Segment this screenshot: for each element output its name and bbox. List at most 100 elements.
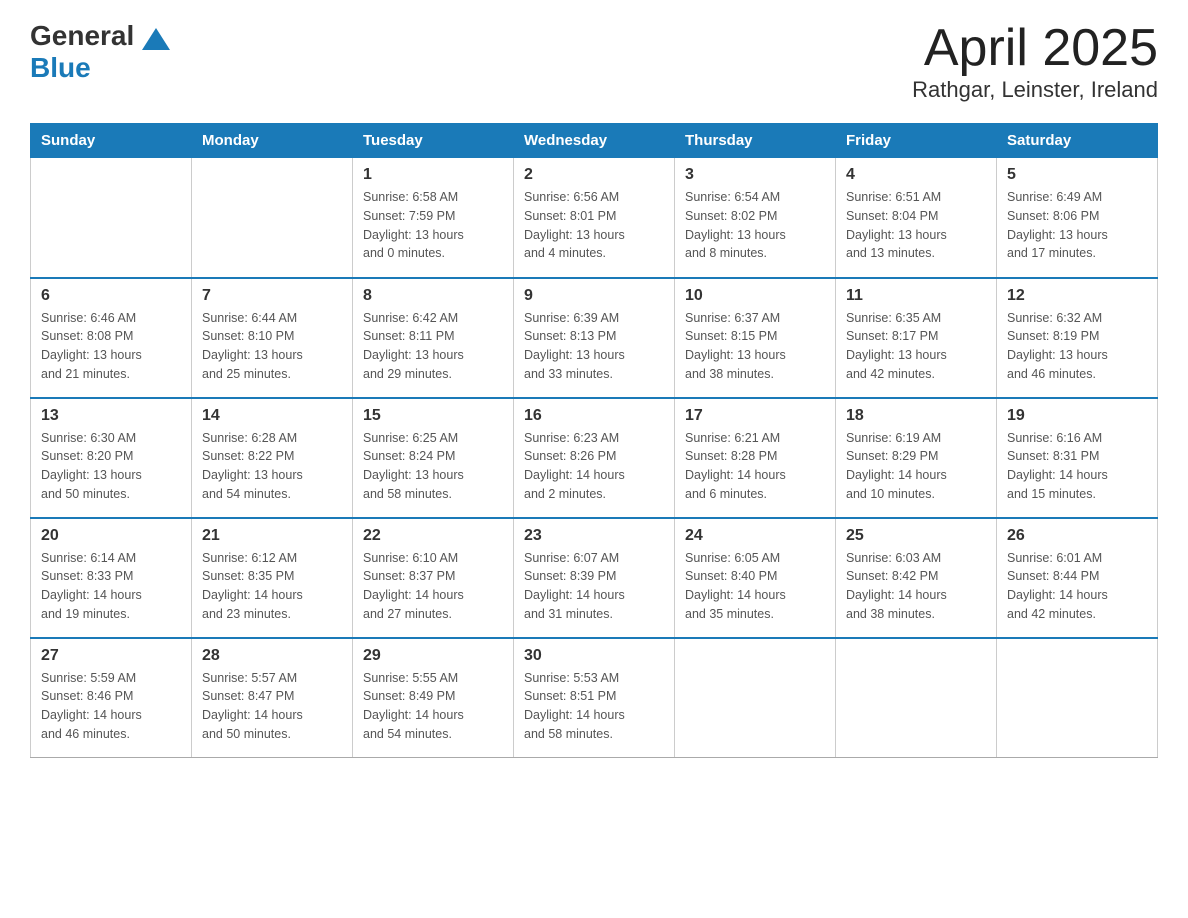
day-info: Sunrise: 6:03 AMSunset: 8:42 PMDaylight:… [846,549,986,624]
day-number: 1 [363,166,503,184]
day-header-thursday: Thursday [675,124,836,158]
day-info: Sunrise: 5:57 AMSunset: 8:47 PMDaylight:… [202,669,342,744]
location-title: Rathgar, Leinster, Ireland [912,77,1158,103]
calendar-cell: 21 Sunrise: 6:12 AMSunset: 8:35 PMDayligh… [192,518,353,638]
calendar-cell: 14 Sunrise: 6:28 AMSunset: 8:22 PMDayligh… [192,398,353,518]
calendar-cell: 3Sunrise: 6:54 AMSunset: 8:02 PMDaylight… [675,158,836,278]
logo-blue-text: Blue [30,52,91,84]
day-number: 9 [524,287,664,305]
calendar-cell: 16Sunrise: 6:23 AMSunset: 8:26 PMDayligh… [514,398,675,518]
page-header: General Blue April 2025 Rathgar, Leinste… [30,20,1158,103]
day-number: 6 [41,287,181,305]
day-info: Sunrise: 6:42 AMSunset: 8:11 PMDaylight:… [363,309,503,384]
day-info: Sunrise: 5:53 AMSunset: 8:51 PMDaylight:… [524,669,664,744]
day-info: Sunrise: 6:16 AMSunset: 8:31 PMDaylight:… [1007,429,1147,504]
day-header-sunday: Sunday [31,124,192,158]
day-info: Sunrise: 6:32 AMSunset: 8:19 PMDaylight:… [1007,309,1147,384]
calendar-cell: 20Sunrise: 6:14 AMSunset: 8:33 PMDayligh… [31,518,192,638]
day-info: Sunrise: 6:28 AMSunset: 8:22 PMDaylight:… [202,429,342,504]
day-header-saturday: Saturday [997,124,1158,158]
calendar-cell: 13Sunrise: 6:30 AMSunset: 8:20 PMDayligh… [31,398,192,518]
day-number: 2 [524,166,664,184]
calendar-cell: 17 Sunrise: 6:21 AMSunset: 8:28 PMDayligh… [675,398,836,518]
day-info: Sunrise: 6:51 AMSunset: 8:04 PMDaylight:… [846,188,986,263]
calendar-cell: 23 Sunrise: 6:07 AMSunset: 8:39 PMDayligh… [514,518,675,638]
day-number: 16 [524,407,664,425]
calendar-cell: 22Sunrise: 6:10 AMSunset: 8:37 PMDayligh… [353,518,514,638]
week-row-5: 27Sunrise: 5:59 AMSunset: 8:46 PMDayligh… [31,638,1158,758]
calendar-cell: 9 Sunrise: 6:39 AMSunset: 8:13 PMDaylight… [514,278,675,398]
day-number: 29 [363,647,503,665]
day-number: 15 [363,407,503,425]
day-header-friday: Friday [836,124,997,158]
day-number: 12 [1007,287,1147,305]
day-number: 11 [846,287,986,305]
calendar-cell: 8 Sunrise: 6:42 AMSunset: 8:11 PMDaylight… [353,278,514,398]
day-info: Sunrise: 6:07 AMSunset: 8:39 PMDaylight:… [524,549,664,624]
calendar-table: SundayMondayTuesdayWednesdayThursdayFrid… [30,123,1158,758]
calendar-cell [31,158,192,278]
calendar-cell: 19 Sunrise: 6:16 AMSunset: 8:31 PMDayligh… [997,398,1158,518]
day-info: Sunrise: 6:14 AMSunset: 8:33 PMDaylight:… [41,549,181,624]
day-info: Sunrise: 6:05 AMSunset: 8:40 PMDaylight:… [685,549,825,624]
day-info: Sunrise: 5:59 AMSunset: 8:46 PMDaylight:… [41,669,181,744]
day-info: Sunrise: 6:25 AMSunset: 8:24 PMDaylight:… [363,429,503,504]
calendar-cell: 6 Sunrise: 6:46 AMSunset: 8:08 PMDaylight… [31,278,192,398]
title-area: April 2025 Rathgar, Leinster, Ireland [912,20,1158,103]
day-info: Sunrise: 6:54 AMSunset: 8:02 PMDaylight:… [685,188,825,263]
day-header-wednesday: Wednesday [514,124,675,158]
calendar-cell: 7Sunrise: 6:44 AMSunset: 8:10 PMDaylight… [192,278,353,398]
calendar-cell: 24 Sunrise: 6:05 AMSunset: 8:40 PMDayligh… [675,518,836,638]
day-number: 4 [846,166,986,184]
day-number: 14 [202,407,342,425]
day-header-tuesday: Tuesday [353,124,514,158]
day-number: 17 [685,407,825,425]
day-info: Sunrise: 6:01 AMSunset: 8:44 PMDaylight:… [1007,549,1147,624]
calendar-cell: 28 Sunrise: 5:57 AMSunset: 8:47 PMDayligh… [192,638,353,758]
day-info: Sunrise: 6:12 AMSunset: 8:35 PMDaylight:… [202,549,342,624]
calendar-cell: 27Sunrise: 5:59 AMSunset: 8:46 PMDayligh… [31,638,192,758]
calendar-cell: 26 Sunrise: 6:01 AMSunset: 8:44 PMDayligh… [997,518,1158,638]
day-number: 7 [202,287,342,305]
day-number: 25 [846,527,986,545]
day-number: 10 [685,287,825,305]
calendar-cell: 11 Sunrise: 6:35 AMSunset: 8:17 PMDayligh… [836,278,997,398]
week-row-1: 1 Sunrise: 6:58 AMSunset: 7:59 PMDaylight… [31,158,1158,278]
calendar-cell [675,638,836,758]
day-number: 19 [1007,407,1147,425]
week-row-2: 6 Sunrise: 6:46 AMSunset: 8:08 PMDaylight… [31,278,1158,398]
calendar-cell [192,158,353,278]
calendar-cell: 30Sunrise: 5:53 AMSunset: 8:51 PMDayligh… [514,638,675,758]
day-number: 8 [363,287,503,305]
day-number: 24 [685,527,825,545]
day-info: Sunrise: 6:37 AMSunset: 8:15 PMDaylight:… [685,309,825,384]
calendar-cell: 12 Sunrise: 6:32 AMSunset: 8:19 PMDayligh… [997,278,1158,398]
day-header-monday: Monday [192,124,353,158]
day-info: Sunrise: 6:39 AMSunset: 8:13 PMDaylight:… [524,309,664,384]
calendar-cell: 25 Sunrise: 6:03 AMSunset: 8:42 PMDayligh… [836,518,997,638]
calendar-cell: 29Sunrise: 5:55 AMSunset: 8:49 PMDayligh… [353,638,514,758]
day-number: 18 [846,407,986,425]
day-info: Sunrise: 6:58 AMSunset: 7:59 PMDaylight:… [363,188,503,263]
day-info: Sunrise: 6:21 AMSunset: 8:28 PMDaylight:… [685,429,825,504]
week-row-4: 20Sunrise: 6:14 AMSunset: 8:33 PMDayligh… [31,518,1158,638]
month-title: April 2025 [912,20,1158,77]
calendar-cell: 15 Sunrise: 6:25 AMSunset: 8:24 PMDayligh… [353,398,514,518]
day-info: Sunrise: 6:35 AMSunset: 8:17 PMDaylight:… [846,309,986,384]
calendar-cell: 2Sunrise: 6:56 AMSunset: 8:01 PMDaylight… [514,158,675,278]
day-info: Sunrise: 6:46 AMSunset: 8:08 PMDaylight:… [41,309,181,384]
day-number: 21 [202,527,342,545]
day-number: 23 [524,527,664,545]
calendar-header-row: SundayMondayTuesdayWednesdayThursdayFrid… [31,124,1158,158]
logo-general-text: General [30,20,134,52]
calendar-cell: 1 Sunrise: 6:58 AMSunset: 7:59 PMDaylight… [353,158,514,278]
day-number: 5 [1007,166,1147,184]
calendar-cell: 10 Sunrise: 6:37 AMSunset: 8:15 PMDayligh… [675,278,836,398]
calendar-cell: 18 Sunrise: 6:19 AMSunset: 8:29 PMDayligh… [836,398,997,518]
day-number: 22 [363,527,503,545]
day-info: Sunrise: 6:30 AMSunset: 8:20 PMDaylight:… [41,429,181,504]
day-number: 26 [1007,527,1147,545]
day-number: 28 [202,647,342,665]
day-info: Sunrise: 6:49 AMSunset: 8:06 PMDaylight:… [1007,188,1147,263]
day-info: Sunrise: 6:19 AMSunset: 8:29 PMDaylight:… [846,429,986,504]
